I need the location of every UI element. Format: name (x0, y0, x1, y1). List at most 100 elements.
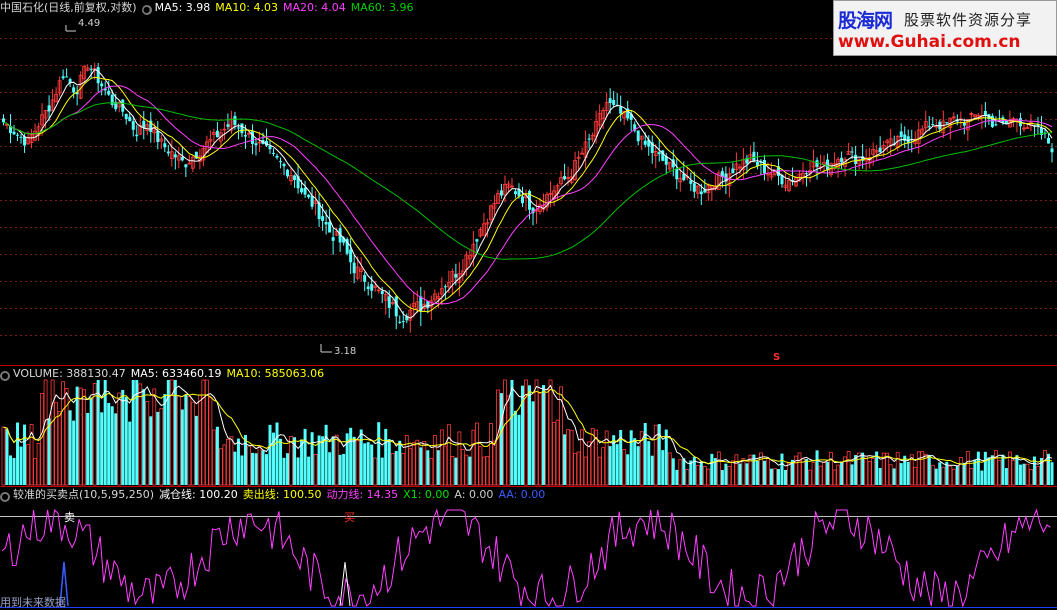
volume-bar (429, 458, 434, 486)
volume-bar (755, 460, 759, 485)
volume-bar (124, 397, 128, 485)
volume-bar (187, 396, 192, 486)
volume-bar (548, 379, 553, 486)
volume-settings-icon[interactable]: ● (0, 371, 10, 381)
volume-bar (117, 392, 122, 486)
volume-bar (552, 422, 556, 486)
candle-body (643, 140, 647, 145)
candle-body (124, 113, 128, 120)
volume-bar (342, 453, 346, 485)
chart-canvas (0, 25, 1057, 608)
volume-bar (138, 383, 143, 486)
volume-bar (822, 461, 826, 486)
volume-bar (506, 395, 511, 486)
volume-bar (261, 450, 265, 485)
volume-bar (745, 463, 749, 485)
candle-body (131, 121, 135, 130)
volume-bar (75, 386, 79, 485)
watermark-slogan: 股票软件资源分享 (904, 11, 1033, 29)
volume-bars[interactable] (1, 379, 1054, 486)
volume-bar (948, 465, 953, 486)
indicator-name[interactable]: 较准的买卖点(10,5,95,250) (13, 488, 154, 501)
volume-bar (250, 452, 254, 485)
low-marker (320, 344, 332, 353)
candle-body (254, 143, 258, 146)
volume-bar (766, 458, 770, 486)
watermark-logo: 股海网 (838, 10, 893, 32)
volume-bar (797, 452, 802, 486)
candle-body (142, 120, 146, 128)
volume-bar (26, 444, 30, 486)
candle-body (187, 162, 192, 165)
volume-bar (832, 469, 837, 486)
volume-bar (895, 452, 900, 486)
volume-bar (993, 450, 998, 486)
volume-bar (1043, 450, 1047, 486)
volume-bar (16, 422, 20, 485)
volume-bar (590, 428, 595, 486)
volume-bar (92, 383, 97, 486)
volume-bar (321, 436, 325, 485)
volume-bar (1004, 468, 1008, 485)
candle-body (513, 191, 517, 195)
volume-bar (247, 445, 251, 486)
volume-bar (128, 421, 132, 485)
candle-body (156, 130, 160, 143)
low-price-label: 3.18 (334, 346, 357, 357)
volume-bar (555, 419, 560, 486)
volume-bar (930, 464, 935, 486)
volume-bar (40, 393, 44, 486)
volume-bar (279, 438, 283, 485)
volume-bar (643, 423, 647, 485)
volume-bar (528, 385, 531, 485)
candle-body (454, 274, 458, 278)
volume-bar (903, 455, 907, 485)
volume-bar (1029, 468, 1033, 486)
stock-title[interactable]: 中国石化(日线,前复权,对数) (0, 1, 137, 14)
settings-icon[interactable]: ● (141, 5, 152, 15)
volume-bar (384, 428, 388, 485)
candle-body (850, 151, 854, 153)
volume-bar (303, 428, 307, 485)
volume-bar (268, 424, 272, 485)
volume-bar (503, 379, 507, 486)
volume-bar (741, 458, 746, 486)
volume-bar (334, 434, 339, 486)
moving-average-lines (3, 68, 1053, 319)
volume-bar (68, 410, 72, 485)
volume-bar (419, 447, 423, 485)
volume-bar (222, 444, 227, 486)
volume-bar (100, 412, 104, 485)
candle-body (180, 157, 184, 161)
high-price-label: 4.49 (78, 18, 101, 29)
candle-body (128, 116, 132, 122)
candle-body (962, 122, 966, 126)
candle-body (352, 262, 356, 274)
volume-bar (313, 453, 318, 486)
volume-bar (114, 413, 118, 485)
volume-bar (769, 468, 773, 485)
candle-body (612, 99, 616, 105)
candle-body (282, 163, 286, 167)
candle-body (23, 136, 27, 146)
candle-body (107, 90, 111, 95)
volume-bar (377, 422, 381, 485)
volume-bar (215, 426, 219, 485)
volume-bar (460, 449, 465, 486)
candle-body (300, 188, 304, 193)
volume-bar (296, 457, 300, 485)
candle-body (899, 131, 903, 138)
volume-bar (850, 464, 854, 485)
candle-body (692, 183, 696, 192)
indicator-settings-icon[interactable]: ● (0, 492, 10, 502)
volume-bar (973, 459, 977, 485)
volume-bar (9, 455, 13, 485)
volume-bar (899, 463, 903, 485)
volume-bar (208, 397, 213, 486)
volume-bar (33, 458, 37, 486)
volume-bar (233, 451, 237, 485)
volume-bar (415, 439, 420, 486)
volume-bar (587, 441, 592, 486)
volume-bar (370, 444, 374, 485)
watermark-url: www.Guhai.com.cn (838, 32, 1021, 52)
